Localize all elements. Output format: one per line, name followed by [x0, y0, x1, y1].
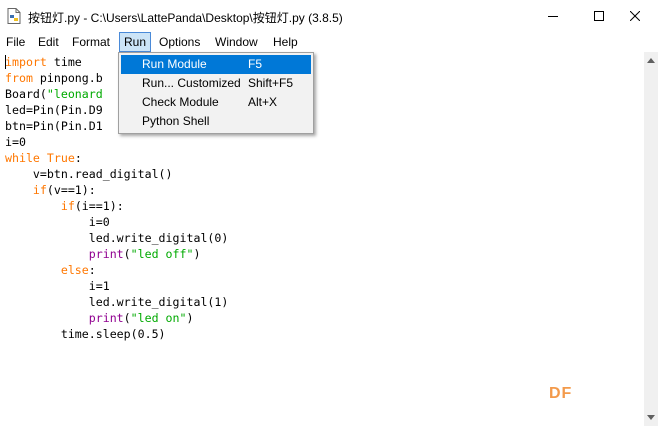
string-token: "leonard: [46, 87, 103, 101]
code-token: ): [186, 311, 194, 325]
code-line: led.write_digital(0): [5, 231, 229, 245]
code-line: print("led off"): [5, 247, 201, 261]
minimize-button[interactable]: [530, 0, 576, 32]
code-line: Board("leonard: [5, 87, 103, 101]
code-line: from pinpong.b: [5, 71, 103, 85]
menu-help[interactable]: Help: [269, 32, 302, 52]
menu-item-label: Python Shell: [142, 114, 210, 128]
keyword-token: from: [5, 71, 33, 85]
menu-item-shortcut: Shift+F5: [248, 76, 294, 90]
keyword-token: while: [5, 151, 40, 165]
code-token: :: [74, 151, 82, 165]
menu-format[interactable]: Format: [68, 32, 114, 52]
code-token: (: [123, 247, 131, 261]
code-token: led.write_digital(0): [5, 231, 229, 245]
menu-item-check-module[interactable]: Check Module Alt+X: [121, 93, 311, 112]
menu-item-label: Check Module: [142, 95, 219, 109]
scroll-down-icon[interactable]: [647, 415, 655, 420]
keyword-token: else: [60, 263, 89, 277]
run-menu-dropdown: Run Module F5 Run... Customized Shift+F5…: [118, 52, 314, 134]
code-line: import time: [5, 55, 82, 69]
code-token: led=Pin(Pin.D9: [5, 103, 103, 117]
code-token: pinpong.b: [32, 71, 103, 85]
code-line: i=1: [5, 279, 110, 293]
code-token: :: [88, 263, 96, 277]
window-title: 按钮灯.py - C:\Users\LattePanda\Desktop\按钮灯…: [28, 11, 343, 25]
code-token: i=0: [5, 135, 26, 149]
df-watermark: DF: [549, 385, 573, 402]
menu-item-python-shell[interactable]: Python Shell: [121, 112, 311, 131]
code-line: v=btn.read_digital(): [5, 167, 173, 181]
code-editor[interactable]: import time from pinpong.b Board("leonar…: [0, 52, 644, 426]
code-line: btn=Pin(Pin.D1: [5, 119, 103, 133]
code-token: (i==1):: [74, 199, 124, 213]
menu-item-label: Run... Customized: [142, 76, 241, 90]
code-token: time.sleep(0.5): [5, 327, 166, 341]
builtin-token: print: [88, 247, 124, 261]
code-token: v=btn.read_digital(): [5, 167, 173, 181]
code-line: if(v==1):: [5, 183, 96, 197]
code-line: while True:: [5, 151, 82, 165]
code-token: time: [46, 55, 82, 69]
code-line: if(i==1):: [5, 199, 124, 213]
menu-item-label: Run Module: [142, 57, 207, 71]
menu-options[interactable]: Options: [155, 32, 204, 52]
menu-run[interactable]: Run: [119, 32, 152, 52]
menu-file[interactable]: File: [2, 32, 29, 52]
python-file-icon: [7, 8, 21, 24]
keyword-token: True: [46, 151, 75, 165]
maximize-icon: [594, 11, 604, 21]
keyword-token: if: [60, 199, 75, 213]
minimize-icon: [548, 16, 558, 17]
vertical-scrollbar[interactable]: [644, 52, 658, 426]
scroll-up-icon[interactable]: [647, 58, 655, 63]
code-token: i=1: [5, 279, 110, 293]
menu-item-shortcut: F5: [248, 57, 263, 71]
string-token: "led off": [130, 247, 194, 261]
menu-item-run-module[interactable]: Run Module F5: [121, 55, 311, 74]
menu-item-shortcut: Alt+X: [248, 95, 278, 109]
code-line: time.sleep(0.5): [5, 327, 166, 341]
code-line: else:: [5, 263, 96, 277]
code-line: i=0: [5, 135, 26, 149]
close-button[interactable]: [612, 0, 658, 32]
code-token: (v==1):: [46, 183, 96, 197]
code-token: (: [123, 311, 131, 325]
close-icon: [630, 11, 640, 21]
code-token: ): [193, 247, 201, 261]
keyword-token: import: [5, 55, 47, 69]
code-line: i=0: [5, 215, 110, 229]
code-line: print("led on"): [5, 311, 194, 325]
title-bar: 按钮灯.py - C:\Users\LattePanda\Desktop\按钮灯…: [0, 0, 658, 32]
code-token: led.write_digital(1): [5, 295, 229, 309]
keyword-token: if: [32, 183, 47, 197]
code-token: i=0: [5, 215, 110, 229]
code-token: Board(: [5, 87, 47, 101]
menu-item-run-customized[interactable]: Run... Customized Shift+F5: [121, 74, 311, 93]
code-token: btn=Pin(Pin.D1: [5, 119, 103, 133]
menu-bar: File Edit Format Run Options Window Help: [0, 32, 658, 52]
builtin-token: print: [88, 311, 124, 325]
menu-edit[interactable]: Edit: [34, 32, 63, 52]
menu-window[interactable]: Window: [211, 32, 262, 52]
code-line: led=Pin(Pin.D9: [5, 103, 103, 117]
string-token: "led on": [130, 311, 187, 325]
code-line: led.write_digital(1): [5, 295, 229, 309]
